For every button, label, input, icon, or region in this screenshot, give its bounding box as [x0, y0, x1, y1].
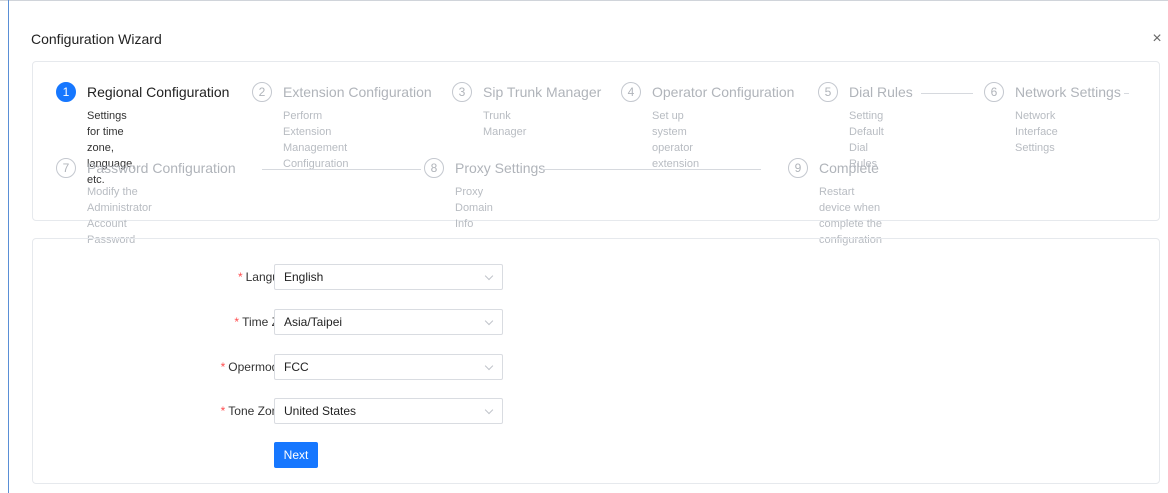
step-description: Trunk Manager — [483, 110, 527, 138]
step-title: Dial Rules — [849, 84, 913, 100]
step-title: Password Configuration — [87, 160, 236, 176]
step-number: 5 — [818, 82, 838, 102]
steps-panel: 1 Regional Configuration Settings for ti… — [32, 61, 1160, 246]
time-zone-row: * Time Zone Asia/Taipei — [33, 309, 1161, 335]
close-icon[interactable]: × — [1148, 30, 1166, 48]
step-title: Proxy Settings — [455, 160, 546, 176]
step-connector — [921, 93, 973, 94]
window-top-border — [0, 0, 1168, 1]
step-number: 7 — [56, 158, 76, 178]
step-connector — [262, 169, 421, 170]
step-number: 2 — [252, 82, 272, 102]
step-number: 3 — [452, 82, 472, 102]
opermode-value: FCC — [284, 360, 309, 374]
step-title: Complete — [819, 160, 879, 176]
step-title: Operator Configuration — [652, 84, 795, 100]
step-title: Regional Configuration — [87, 84, 230, 100]
opermode-row: *Opermode? FCC — [33, 354, 1161, 380]
chevron-down-icon — [484, 316, 494, 326]
window-left-border — [8, 0, 9, 493]
step-number: 9 — [788, 158, 808, 178]
step-connector — [1124, 93, 1129, 94]
tone-zone-row: *Tone Zone? United States — [33, 398, 1161, 424]
step-description: Set up system operator extension — [652, 110, 700, 170]
step-title: Network Settings — [1015, 84, 1121, 100]
step-description: Perform Extension Management Configuratio… — [283, 110, 349, 170]
chevron-down-icon — [484, 361, 494, 371]
step-number: 1 — [56, 82, 76, 102]
tone-zone-value: United States — [284, 404, 357, 418]
step-number: 6 — [984, 82, 1004, 102]
step-number: 4 — [621, 82, 641, 102]
regional-configuration-form: * Language English * Time Zone Asia/Taipei… — [32, 238, 1160, 484]
chevron-down-icon — [484, 271, 494, 281]
step-description: Proxy Domain Info — [455, 186, 493, 230]
language-select[interactable]: English — [274, 264, 503, 290]
next-button[interactable]: Next — [274, 442, 318, 468]
step-description: Network Interface Settings — [1015, 110, 1058, 154]
language-row: * Language English — [33, 264, 1161, 290]
dialog-title: Configuration Wizard — [31, 31, 162, 47]
tone-zone-select[interactable]: United States — [274, 398, 503, 424]
time-zone-value: Asia/Taipei — [284, 315, 343, 329]
step-connector — [542, 169, 761, 170]
step-number: 8 — [424, 158, 444, 178]
time-zone-select[interactable]: Asia/Taipei — [274, 309, 503, 335]
step-title: Extension Configuration — [283, 84, 432, 100]
step-title: Sip Trunk Manager — [483, 84, 602, 100]
language-value: English — [284, 270, 324, 284]
chevron-down-icon — [484, 405, 494, 415]
opermode-select[interactable]: FCC — [274, 354, 503, 380]
